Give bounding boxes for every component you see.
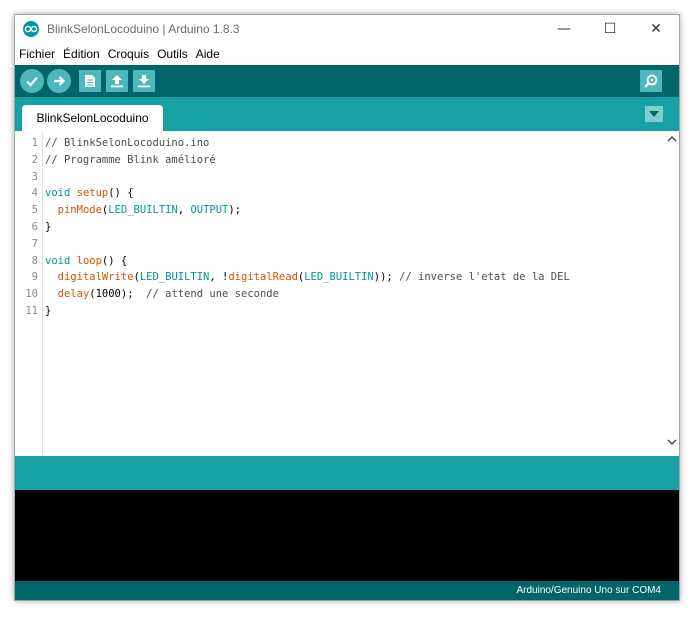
- save-icon: [138, 75, 150, 88]
- line-number: 11: [25, 305, 38, 317]
- new-icon: [85, 75, 95, 87]
- code-token: delay: [57, 288, 90, 301]
- board-status: Arduino/Genuino Uno sur COM4: [516, 585, 661, 596]
- save-sketch-button[interactable]: [133, 70, 155, 92]
- code-token: setup: [76, 187, 109, 200]
- code-line[interactable]: // Programme Blink amélioré: [45, 154, 216, 166]
- arduino-logo-icon: [23, 21, 39, 37]
- code-line[interactable]: void setup() {: [45, 187, 134, 199]
- code-token: digitalRead: [228, 271, 298, 284]
- chevron-down-icon: [649, 111, 659, 117]
- status-bar: Arduino/Genuino Uno sur COM4: [15, 581, 679, 600]
- menu-bar: Fichier Édition Croquis Outils Aide: [15, 43, 679, 65]
- code-token: // BlinkSelonLocoduino.ino: [45, 137, 210, 149]
- code-token: OUTPUT: [190, 204, 229, 217]
- serial-monitor-icon: [644, 74, 658, 88]
- window-title: BlinkSelonLocoduino | Arduino 1.8.3: [47, 22, 240, 36]
- console-output[interactable]: [15, 490, 679, 581]
- line-number: 3: [31, 170, 38, 183]
- scroll-down-icon[interactable]: [667, 439, 677, 449]
- code-token: ,: [177, 204, 191, 217]
- menu-croquis[interactable]: Croquis: [104, 47, 153, 61]
- close-icon: ✕: [650, 21, 662, 37]
- code-token: loop: [76, 254, 102, 267]
- minimize-icon: —: [557, 21, 571, 37]
- title-bar: BlinkSelonLocoduino | Arduino 1.8.3 — ☐ …: [15, 15, 679, 43]
- line-number-gutter: 1 2 3 4 5 6 7 8 9 10 11: [15, 131, 43, 455]
- tabs-bar: BlinkSelonLocoduino: [15, 97, 679, 131]
- upload-icon: [54, 76, 66, 86]
- code-token: // attend une seconde: [146, 288, 279, 301]
- code-token: digitalWrite: [57, 271, 134, 284]
- code-line[interactable]: delay(1000); // attend une seconde: [45, 288, 279, 300]
- code-token: () {: [101, 254, 128, 267]
- verify-button[interactable]: [20, 69, 44, 93]
- maximize-icon: ☐: [603, 21, 617, 37]
- serial-monitor-button[interactable]: [640, 70, 662, 92]
- code-token: , !: [209, 271, 229, 284]
- message-bar: [15, 456, 679, 490]
- code-line[interactable]: pinMode(LED_BUILTIN, OUTPUT);: [45, 204, 241, 216]
- code-token: LED_BUILTIN: [304, 271, 374, 284]
- code-token: LED_BUILTIN: [139, 271, 210, 284]
- menu-fichier[interactable]: Fichier: [15, 47, 59, 61]
- line-number: 2: [31, 153, 38, 166]
- code-line[interactable]: digitalWrite(LED_BUILTIN, !digitalRead(L…: [45, 271, 570, 283]
- close-button[interactable]: ✕: [633, 15, 679, 43]
- open-sketch-button[interactable]: [106, 70, 128, 92]
- arduino-window: BlinkSelonLocoduino | Arduino 1.8.3 — ☐ …: [14, 14, 680, 601]
- line-number: 9: [31, 271, 38, 284]
- code-token: }: [45, 305, 52, 317]
- code-token: () {: [108, 187, 134, 200]
- line-number: 5: [31, 204, 38, 217]
- editor-scrollbar[interactable]: [665, 131, 679, 455]
- code-line[interactable]: // BlinkSelonLocoduino.ino: [45, 137, 209, 149]
- code-token: );: [228, 204, 242, 217]
- code-token: LED_BUILTIN: [108, 204, 178, 217]
- line-number: 4: [31, 187, 38, 200]
- code-token: ));: [373, 271, 400, 284]
- toolbar: [15, 65, 679, 97]
- menu-aide[interactable]: Aide: [192, 47, 224, 61]
- verify-icon: [26, 76, 38, 87]
- minimize-button[interactable]: —: [541, 15, 587, 43]
- line-number: 8: [31, 254, 38, 267]
- window-controls: — ☐ ✕: [541, 15, 679, 43]
- menu-outils[interactable]: Outils: [153, 47, 192, 61]
- scroll-up-icon[interactable]: [667, 135, 677, 145]
- code-token: // inverse l'etat de la DEL: [399, 271, 570, 284]
- code-line[interactable]: }: [45, 221, 51, 233]
- code-line[interactable]: }: [45, 305, 51, 317]
- upload-button[interactable]: [47, 69, 71, 93]
- code-token: void: [45, 254, 71, 267]
- code-editor[interactable]: 1 2 3 4 5 6 7 8 9 10 11 // BlinkSelonLocoduino.ino…: [15, 131, 679, 455]
- line-number: 1: [31, 137, 38, 149]
- code-token: pinMode: [57, 204, 102, 217]
- line-number: 7: [31, 237, 38, 250]
- code-token: (1000);: [89, 288, 147, 301]
- maximize-button[interactable]: ☐: [587, 15, 633, 43]
- line-number: 6: [31, 221, 38, 233]
- tab-blinkselonlocoduino[interactable]: BlinkSelonLocoduino: [22, 105, 163, 131]
- menu-edition[interactable]: Édition: [59, 47, 104, 61]
- code-token: }: [45, 221, 52, 233]
- code-token: // Programme Blink amélioré: [45, 153, 216, 166]
- tab-menu-button[interactable]: [645, 106, 663, 122]
- line-number: 10: [25, 288, 38, 301]
- open-icon: [111, 75, 123, 88]
- code-token: void: [45, 187, 71, 200]
- new-sketch-button[interactable]: [79, 70, 101, 92]
- code-line[interactable]: void loop() {: [45, 255, 127, 267]
